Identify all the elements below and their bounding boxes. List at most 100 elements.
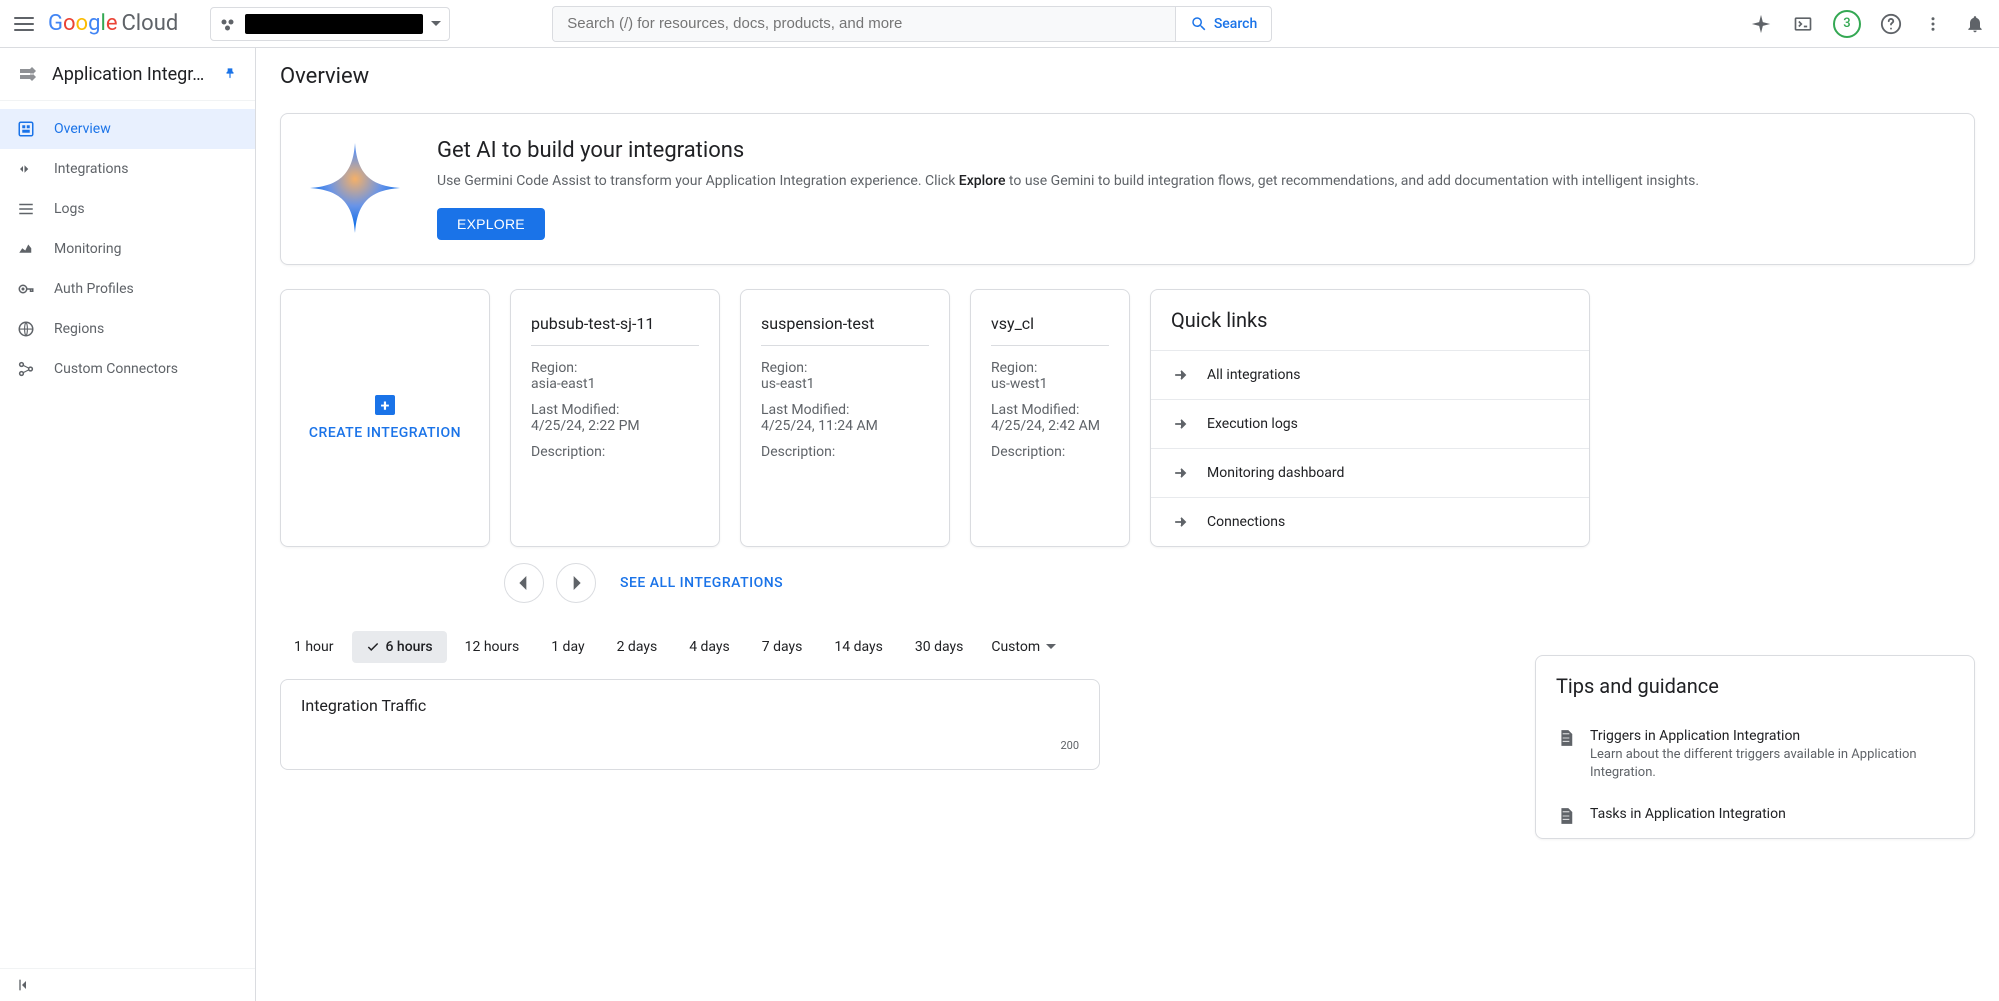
- sidebar-item-label: Integrations: [54, 161, 128, 177]
- integration-traffic-chart: Integration Traffic 200: [280, 679, 1100, 770]
- sidebar-item-label: Custom Connectors: [54, 361, 178, 377]
- header: Google Cloud Search 3: [0, 0, 1999, 48]
- document-icon: [1556, 806, 1576, 826]
- cloud-label: Cloud: [121, 11, 178, 36]
- tips-card: Tips and guidance Triggers in Applicatio…: [1535, 655, 1975, 839]
- quick-links-card: Quick links All integrations Execution l…: [1150, 289, 1590, 547]
- integration-card[interactable]: vsy_cl Region: us-west1 Last Modified: 4…: [970, 289, 1130, 547]
- search-button[interactable]: Search: [1175, 7, 1271, 41]
- pagination: SEE ALL INTEGRATIONS: [280, 563, 1975, 603]
- arrow-right-icon: [1171, 365, 1191, 385]
- sidebar-item-logs[interactable]: Logs: [0, 189, 255, 229]
- menu-icon[interactable]: [12, 12, 36, 36]
- sidebar-item-label: Auth Profiles: [54, 281, 134, 297]
- time-range-7days[interactable]: 7 days: [748, 631, 817, 663]
- integration-card[interactable]: suspension-test Region: us-east1 Last Mo…: [740, 289, 950, 547]
- search-icon: [1190, 15, 1208, 33]
- integration-card[interactable]: pubsub-test-sj-11 Region: asia-east1 Las…: [510, 289, 720, 547]
- gemini-spark-icon: [305, 138, 405, 238]
- integrations-row: + CREATE INTEGRATION pubsub-test-sj-11 R…: [280, 289, 1975, 547]
- quick-links-title: Quick links: [1151, 290, 1589, 350]
- gemini-icon[interactable]: [1749, 12, 1773, 36]
- sidebar-item-regions[interactable]: Regions: [0, 309, 255, 349]
- sidebar-item-integrations[interactable]: Integrations: [0, 149, 255, 189]
- quick-link-monitoring-dashboard[interactable]: Monitoring dashboard: [1151, 448, 1589, 497]
- trial-badge[interactable]: 3: [1833, 10, 1861, 38]
- logs-icon: [16, 199, 36, 219]
- time-range-custom[interactable]: Custom: [981, 631, 1066, 663]
- sidebar-item-label: Regions: [54, 321, 104, 337]
- project-icon: [219, 15, 237, 33]
- promo-text: Use Germini Code Assist to transform you…: [437, 171, 1950, 192]
- time-range-30days[interactable]: 30 days: [901, 631, 977, 663]
- time-range-12hours[interactable]: 12 hours: [451, 631, 534, 663]
- create-integration-card[interactable]: + CREATE INTEGRATION: [280, 289, 490, 547]
- quick-link-all-integrations[interactable]: All integrations: [1151, 350, 1589, 399]
- page-title: Overview: [256, 48, 1999, 105]
- monitoring-icon: [16, 239, 36, 259]
- chart-title: Integration Traffic: [301, 696, 1079, 715]
- integrations-icon: [16, 159, 36, 179]
- time-range-selector: 1 hour 6 hours 12 hours 1 day 2 days 4 d…: [280, 631, 1511, 663]
- nav-list: Overview Integrations Logs Monitoring Au…: [0, 101, 255, 968]
- sidebar-item-auth-profiles[interactable]: Auth Profiles: [0, 269, 255, 309]
- search-box: Search: [552, 6, 1272, 42]
- overview-icon: [16, 119, 36, 139]
- key-icon: [16, 279, 36, 299]
- sidebar: Application Integr… Overview Integration…: [0, 48, 256, 1001]
- sidebar-item-overview[interactable]: Overview: [0, 109, 255, 149]
- chevron-left-icon: [16, 977, 32, 993]
- header-actions: 3: [1749, 10, 1987, 38]
- sidebar-item-custom-connectors[interactable]: Custom Connectors: [0, 349, 255, 389]
- ai-promo-card: Get AI to build your integrations Use Ge…: [280, 113, 1975, 265]
- integration-service-icon: [16, 62, 40, 86]
- tip-item[interactable]: Triggers in Application Integration Lear…: [1536, 716, 1974, 794]
- time-range-2days[interactable]: 2 days: [603, 631, 672, 663]
- integration-name: vsy_cl: [991, 314, 1109, 346]
- sidebar-header: Application Integr…: [0, 48, 255, 101]
- sidebar-item-monitoring[interactable]: Monitoring: [0, 229, 255, 269]
- search-button-label: Search: [1214, 16, 1257, 32]
- tip-item[interactable]: Tasks in Application Integration: [1536, 794, 1974, 838]
- time-range-1day[interactable]: 1 day: [537, 631, 598, 663]
- globe-icon: [16, 319, 36, 339]
- cloud-shell-icon[interactable]: [1791, 12, 1815, 36]
- create-integration-label: CREATE INTEGRATION: [309, 425, 461, 441]
- time-range-1hour[interactable]: 1 hour: [280, 631, 348, 663]
- help-icon[interactable]: [1879, 12, 1903, 36]
- time-range-6hours[interactable]: 6 hours: [352, 631, 447, 663]
- time-range-14days[interactable]: 14 days: [820, 631, 896, 663]
- quick-link-execution-logs[interactable]: Execution logs: [1151, 399, 1589, 448]
- chart-y-max: 200: [301, 739, 1079, 753]
- integration-name: suspension-test: [761, 314, 929, 346]
- notifications-icon[interactable]: [1963, 12, 1987, 36]
- project-name-redacted: [245, 14, 423, 34]
- explore-button[interactable]: EXPLORE: [437, 208, 545, 240]
- arrow-right-icon: [1171, 463, 1191, 483]
- more-icon[interactable]: [1921, 12, 1945, 36]
- sidebar-item-label: Monitoring: [54, 241, 122, 257]
- integration-name: pubsub-test-sj-11: [531, 314, 699, 346]
- time-range-4days[interactable]: 4 days: [675, 631, 744, 663]
- check-icon: [366, 640, 380, 654]
- document-icon: [1556, 728, 1576, 748]
- google-cloud-logo[interactable]: Google Cloud: [48, 11, 178, 36]
- plus-icon: +: [375, 395, 395, 415]
- search-input[interactable]: [553, 7, 1175, 41]
- quick-link-connections[interactable]: Connections: [1151, 497, 1589, 546]
- see-all-integrations-link[interactable]: SEE ALL INTEGRATIONS: [620, 575, 783, 591]
- tips-title: Tips and guidance: [1536, 656, 1974, 716]
- next-button[interactable]: [556, 563, 596, 603]
- arrow-right-icon: [1171, 414, 1191, 434]
- chevron-down-icon: [431, 21, 441, 27]
- sidebar-item-label: Logs: [54, 201, 85, 217]
- arrow-right-icon: [1171, 512, 1191, 532]
- project-selector[interactable]: [210, 7, 450, 41]
- prev-button[interactable]: [504, 563, 544, 603]
- connectors-icon: [16, 359, 36, 379]
- sidebar-title: Application Integr…: [52, 64, 211, 85]
- collapse-sidebar[interactable]: [0, 968, 255, 1001]
- chevron-down-icon: [1046, 644, 1056, 650]
- promo-title: Get AI to build your integrations: [437, 138, 1950, 163]
- pin-icon[interactable]: [223, 66, 239, 82]
